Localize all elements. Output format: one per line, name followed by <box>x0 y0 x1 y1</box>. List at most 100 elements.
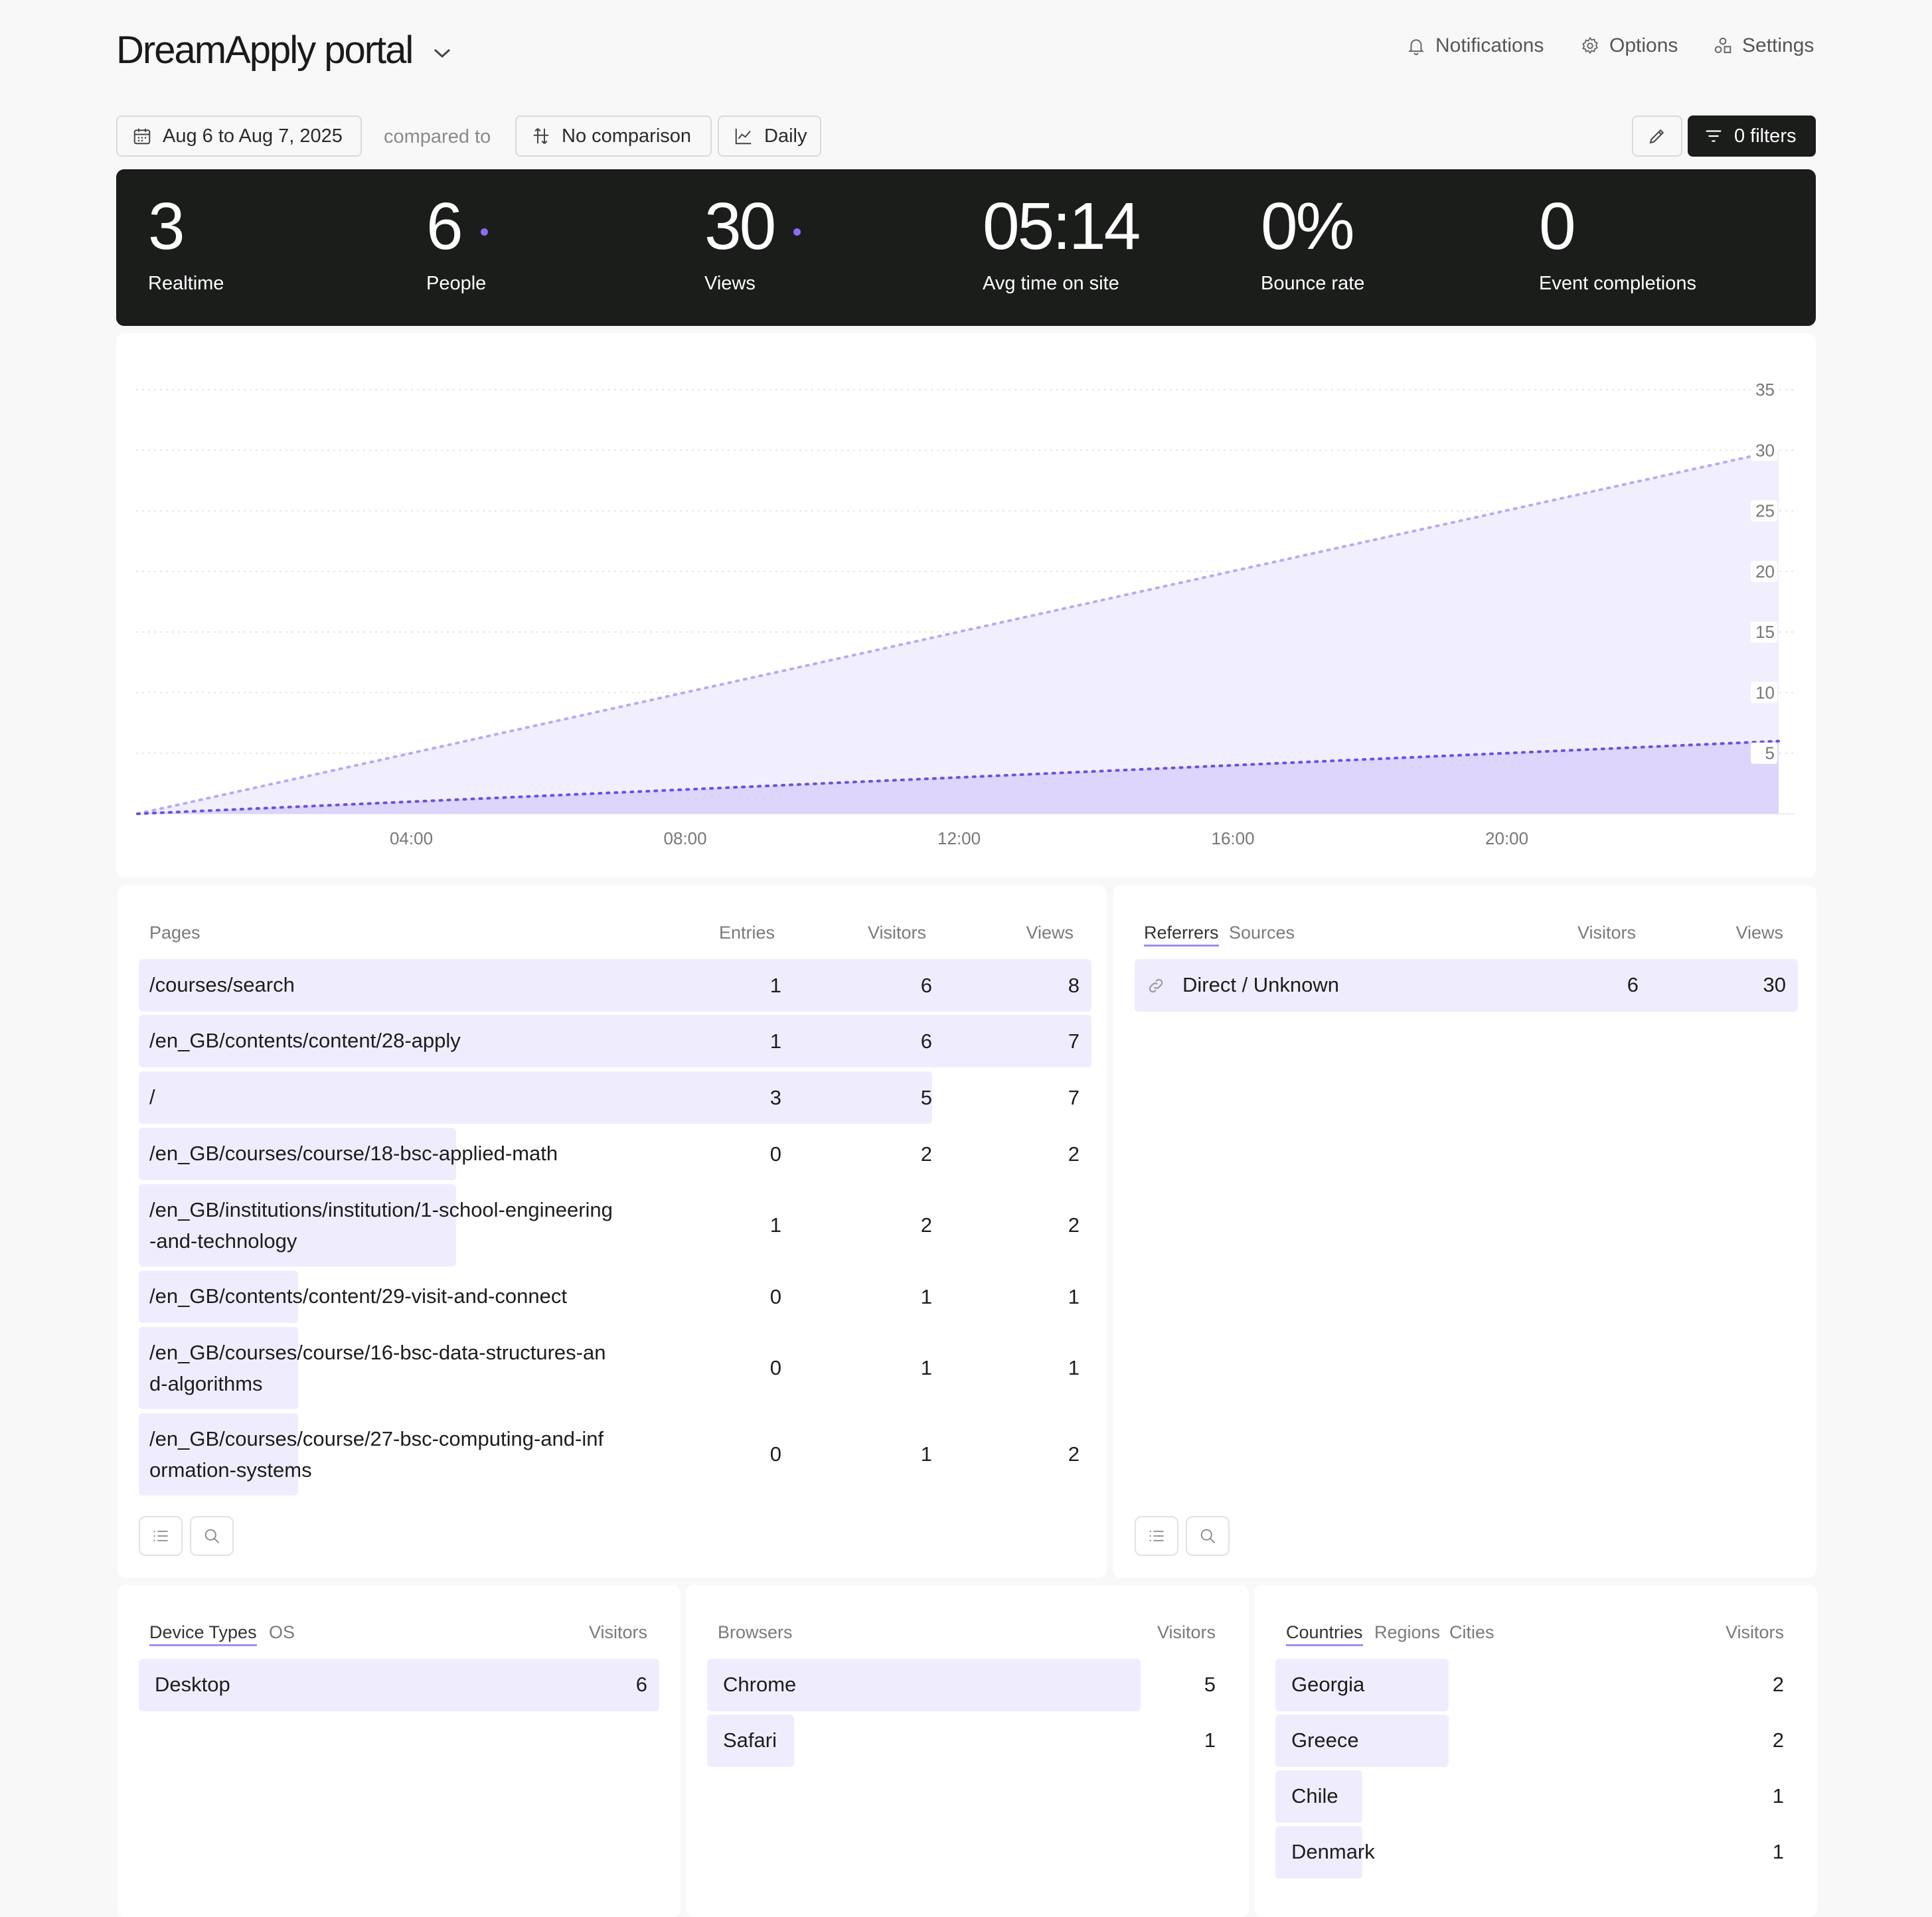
stat-value: 3 <box>148 189 185 264</box>
page-row[interactable]: /en_GB/courses/course/27-bsc-computing-a… <box>139 1413 1091 1495</box>
page-path-continued: d-algorithms <box>149 1372 263 1395</box>
page-row[interactable]: / 3 5 7 <box>139 1071 1091 1124</box>
browsers-row[interactable]: Chrome 5 <box>707 1659 1228 1711</box>
y-tick-label: 10 <box>1755 682 1775 702</box>
page-views: 2 <box>1068 1142 1080 1166</box>
date-range-button[interactable]: Aug 6 to Aug 7, 2025 <box>116 115 362 157</box>
list-view-button[interactable] <box>139 1516 183 1556</box>
stat-views[interactable]: 30 Views <box>673 169 938 326</box>
countries-row[interactable]: Denmark 1 <box>1275 1826 1796 1879</box>
device-types-card: Device Types OS Visitors Desktop 6 <box>118 1585 681 1917</box>
browsers-card: Browsers Visitors Chrome 5 Safari 1 <box>686 1585 1249 1917</box>
options-label: Options <box>1609 35 1678 56</box>
tab-regions[interactable]: Regions <box>1374 1622 1440 1643</box>
chevron-down-icon[interactable] <box>433 46 451 60</box>
compare-arrows-icon <box>533 128 549 144</box>
page-path: /en_GB/contents/content/29-visit-and-con… <box>149 1284 567 1308</box>
visitors-header[interactable]: Visitors <box>1726 1622 1784 1643</box>
search-button[interactable] <box>1186 1516 1230 1556</box>
list-icon <box>153 1530 168 1542</box>
page-row-bar <box>139 1413 298 1495</box>
options-link[interactable]: Options <box>1580 35 1678 57</box>
tab-sources[interactable]: Sources <box>1229 923 1295 943</box>
comparison-label: No comparison <box>562 125 692 147</box>
countries-row[interactable]: Chile 1 <box>1275 1770 1796 1823</box>
views-header[interactable]: Views <box>1026 923 1074 943</box>
chart-card: 5 10 15 20 25 30 35 04:00 08:00 12:00 16:00 20:00 <box>116 333 1816 878</box>
page-visitors: 1 <box>920 1285 932 1308</box>
countries-visitors: 2 <box>1772 1728 1784 1752</box>
page-row[interactable]: /en_GB/contents/content/29-visit-and-con… <box>139 1270 1091 1323</box>
page-entries: 1 <box>769 974 781 997</box>
browsers-name: Safari <box>723 1728 777 1752</box>
x-tick-label: 04:00 <box>390 828 433 848</box>
x-tick-label: 12:00 <box>937 828 981 848</box>
search-button[interactable] <box>190 1516 234 1556</box>
countries-row[interactable]: Georgia 2 <box>1275 1659 1796 1711</box>
devices-name: Desktop <box>155 1673 230 1696</box>
stat-avg-time[interactable]: 05:14 Avg time on site <box>951 169 1216 326</box>
page-views: 1 <box>1068 1285 1080 1308</box>
gear-icon <box>1582 37 1598 54</box>
entries-header[interactable]: Entries <box>719 923 775 943</box>
comparison-button[interactable]: No comparison <box>515 115 712 157</box>
stat-event-completions[interactable]: 0 Event completions <box>1507 169 1773 326</box>
countries-visitors: 1 <box>1772 1840 1784 1863</box>
page-visitors: 2 <box>920 1213 932 1237</box>
notifications-link[interactable]: Notifications <box>1406 35 1544 57</box>
settings-link[interactable]: Settings <box>1713 35 1814 57</box>
stat-realtime[interactable]: 3 Realtime <box>116 169 382 326</box>
visitors-header[interactable]: Visitors <box>1577 923 1636 943</box>
tab-cities[interactable]: Cities <box>1449 1622 1494 1643</box>
edit-button[interactable] <box>1632 115 1682 157</box>
tab-os[interactable]: OS <box>269 1622 295 1643</box>
page-visitors: 5 <box>920 1086 932 1109</box>
stat-value: 30 <box>704 189 776 264</box>
page-path-continued: -and-technology <box>149 1229 297 1253</box>
interval-button[interactable]: Daily <box>718 115 821 157</box>
page-visitors: 2 <box>920 1142 932 1166</box>
x-tick-label: 08:00 <box>663 828 706 848</box>
y-tick-label: 15 <box>1755 622 1775 642</box>
page-row[interactable]: /en_GB/institutions/institution/1-school… <box>139 1184 1091 1266</box>
browsers-name: Chrome <box>723 1673 797 1696</box>
stat-bounce-rate[interactable]: 0% Bounce rate <box>1229 169 1494 326</box>
link-icon <box>1149 978 1163 993</box>
page-row[interactable]: /en_GB/courses/course/18-bsc-applied-mat… <box>139 1128 1091 1180</box>
list-view-button[interactable] <box>1135 1516 1178 1556</box>
visitors-header[interactable]: Visitors <box>868 923 926 943</box>
browsers-row[interactable]: Safari 1 <box>707 1715 1228 1767</box>
pages-card: Pages Entries Visitors Views /courses/se… <box>118 885 1107 1578</box>
stat-label: Avg time on site <box>983 273 1119 294</box>
referrer-views: 30 <box>1763 973 1786 996</box>
y-tick-label: 25 <box>1755 501 1775 521</box>
countries-name: Chile <box>1291 1784 1338 1807</box>
tab-referrers[interactable]: Referrers <box>1144 923 1219 947</box>
y-tick-label: 30 <box>1755 440 1775 460</box>
referrer-row[interactable]: Direct / Unknown 6 30 <box>1135 959 1798 1012</box>
referrer-name: Direct / Unknown <box>1182 973 1340 996</box>
page-path: /courses/search <box>149 973 295 996</box>
tab-device-types[interactable]: Device Types <box>149 1622 257 1646</box>
x-tick-label: 16:00 <box>1212 828 1255 848</box>
y-tick-label: 5 <box>1765 743 1775 763</box>
tab-countries[interactable]: Countries <box>1286 1622 1363 1646</box>
stat-people[interactable]: 6 People <box>394 169 660 326</box>
page-row[interactable]: /courses/search 1 6 8 <box>139 959 1091 1012</box>
filters-button[interactable]: 0 filters <box>1688 115 1816 157</box>
referrer-visitors: 6 <box>1627 973 1639 996</box>
stat-label: People <box>426 273 487 294</box>
views-header[interactable]: Views <box>1735 923 1783 943</box>
visitors-header[interactable]: Visitors <box>1157 1622 1216 1643</box>
countries-row[interactable]: Greece 2 <box>1275 1715 1796 1767</box>
pencil-icon <box>1649 129 1664 144</box>
page-visitors: 1 <box>920 1356 932 1379</box>
countries-visitors: 1 <box>1772 1784 1784 1807</box>
visitors-header[interactable]: Visitors <box>589 1622 647 1643</box>
page-views: 2 <box>1068 1442 1080 1466</box>
views-chart[interactable]: 5 10 15 20 25 30 35 04:00 08:00 12:00 16:00 20:00 <box>116 333 1816 878</box>
devices-row[interactable]: Desktop 6 <box>139 1659 659 1711</box>
site-title[interactable]: DreamApply portal <box>116 28 414 72</box>
page-row[interactable]: /en_GB/courses/course/16-bsc-data-struct… <box>139 1327 1091 1409</box>
page-row[interactable]: /en_GB/contents/content/28-apply 1 6 7 <box>139 1015 1091 1067</box>
